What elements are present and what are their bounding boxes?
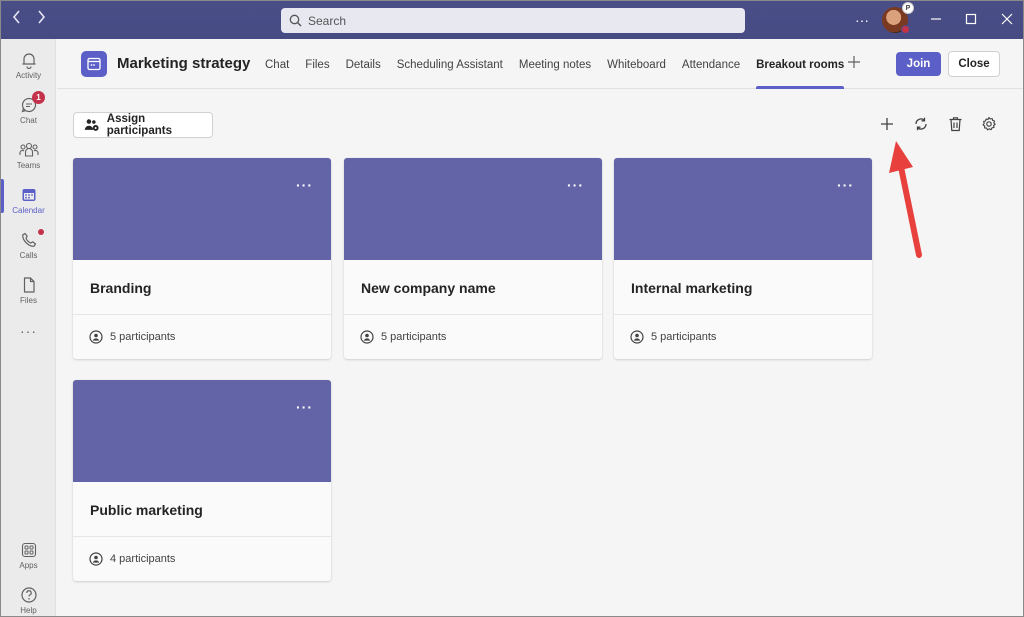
recreate-rooms-refresh-icon[interactable] <box>910 113 932 135</box>
join-button[interactable]: Join <box>896 52 941 76</box>
breakout-room-card[interactable]: ··· Internal marketing 5 participants <box>614 158 872 359</box>
breakout-room-card[interactable]: ··· Branding 5 participants <box>73 158 331 359</box>
app-rail: Activity Chat 1 Teams Calendar Calls Fil… <box>1 39 56 616</box>
tab-files[interactable]: Files <box>297 39 337 89</box>
minimize-icon[interactable] <box>924 9 948 31</box>
add-tab-plus-icon[interactable] <box>844 53 864 73</box>
rail-label-activity: Activity <box>15 71 42 80</box>
breakout-room-card[interactable]: ··· New company name 5 participants <box>344 158 602 359</box>
room-card-header <box>73 158 331 260</box>
room-card-header <box>614 158 872 260</box>
room-divider <box>73 536 331 537</box>
avatar-badge: P <box>902 2 914 14</box>
rail-item-apps[interactable]: Apps <box>1 535 56 579</box>
tab-whiteboard[interactable]: Whiteboard <box>599 39 674 89</box>
room-more-options-icon[interactable]: ··· <box>567 178 584 192</box>
rail-label-calls: Calls <box>19 251 38 260</box>
search-input[interactable]: Search <box>281 8 745 33</box>
title-bar: Search ··· P <box>1 1 1023 39</box>
room-divider <box>614 314 872 315</box>
rail-label-help: Help <box>20 606 37 615</box>
phone-icon <box>21 232 36 247</box>
rail-label-apps: Apps <box>19 561 38 570</box>
delete-rooms-trash-icon[interactable] <box>944 113 966 135</box>
tab-chat[interactable]: Chat <box>257 39 297 89</box>
rail-item-calls[interactable]: Calls <box>1 225 56 269</box>
meeting-calendar-icon <box>81 51 107 77</box>
rail-label-teams: Teams <box>16 161 41 170</box>
annotation-arrow-icon <box>889 141 922 258</box>
tab-details[interactable]: Details <box>338 39 389 89</box>
room-name: Public marketing <box>90 502 203 518</box>
breakout-room-card[interactable]: ··· Public marketing 4 participants <box>73 380 331 581</box>
person-circle-icon <box>360 330 374 344</box>
room-name: Internal marketing <box>631 280 753 296</box>
chat-badge: 1 <box>32 91 45 104</box>
status-dot-icon <box>901 25 910 34</box>
calls-notification-dot <box>38 229 44 235</box>
rail-label-chat: Chat <box>20 116 37 125</box>
back-arrow-icon[interactable] <box>7 10 27 30</box>
maximize-icon[interactable] <box>959 9 983 31</box>
rail-item-teams[interactable]: Teams <box>1 135 56 179</box>
tab-meeting-notes[interactable]: Meeting notes <box>511 39 599 89</box>
rail-item-calendar[interactable]: Calendar <box>1 180 56 224</box>
room-divider <box>344 314 602 315</box>
room-more-options-icon[interactable]: ··· <box>296 400 313 414</box>
tab-scheduling-assistant[interactable]: Scheduling Assistant <box>389 39 511 89</box>
room-more-options-icon[interactable]: ··· <box>837 178 854 192</box>
room-name: Branding <box>90 280 152 296</box>
close-button[interactable]: Close <box>948 51 1000 77</box>
forward-arrow-icon[interactable] <box>31 10 51 30</box>
meeting-header: Marketing strategy Chat Files Details Sc… <box>57 39 1023 89</box>
room-participant-count: 5 participants <box>89 330 175 344</box>
room-settings-gear-icon[interactable] <box>978 113 1000 135</box>
rail-item-chat[interactable]: Chat 1 <box>1 90 56 134</box>
teams-window: Search ··· P Activity Chat 1 Teams Calen… <box>0 0 1024 617</box>
tab-breakout-rooms[interactable]: Breakout rooms <box>748 39 852 89</box>
room-participant-count: 4 participants <box>89 552 175 566</box>
rail-more-icon[interactable]: ··· <box>1 323 56 339</box>
search-placeholder: Search <box>308 13 347 28</box>
participant-count-label: 5 participants <box>651 331 717 343</box>
assign-participants-button[interactable]: Assign participants <box>73 112 213 138</box>
rail-label-files: Files <box>20 296 37 305</box>
teams-icon <box>18 142 39 157</box>
search-icon <box>289 14 302 27</box>
meeting-tabs: Chat Files Details Scheduling Assistant … <box>257 39 852 89</box>
tab-attendance[interactable]: Attendance <box>674 39 748 89</box>
room-more-options-icon[interactable]: ··· <box>296 178 313 192</box>
apps-icon <box>21 542 36 558</box>
window-close-icon[interactable] <box>995 9 1019 31</box>
person-circle-icon <box>630 330 644 344</box>
participant-count-label: 5 participants <box>110 331 176 343</box>
rail-label-calendar: Calendar <box>12 206 45 215</box>
rail-item-files[interactable]: Files <box>1 270 56 314</box>
person-circle-icon <box>89 552 103 566</box>
file-icon <box>23 277 35 293</box>
help-icon <box>20 587 37 603</box>
room-participant-count: 5 participants <box>360 330 446 344</box>
room-card-header <box>73 380 331 482</box>
person-circle-icon <box>89 330 103 344</box>
add-room-plus-icon[interactable] <box>876 113 898 135</box>
rail-item-help[interactable]: Help <box>1 580 56 616</box>
room-name: New company name <box>361 280 496 296</box>
participant-count-label: 4 participants <box>110 553 176 565</box>
room-participant-count: 5 participants <box>630 330 716 344</box>
bell-icon <box>22 53 35 69</box>
room-card-header <box>344 158 602 260</box>
more-options-icon[interactable]: ··· <box>850 9 874 31</box>
assign-participants-label: Assign participants <box>106 113 172 137</box>
room-divider <box>73 314 331 315</box>
calendar-icon <box>22 189 35 201</box>
page-title: Marketing strategy <box>117 55 251 72</box>
participant-count-label: 5 participants <box>381 331 447 343</box>
rail-item-activity[interactable]: Activity <box>1 45 56 89</box>
people-settings-icon <box>84 119 99 131</box>
